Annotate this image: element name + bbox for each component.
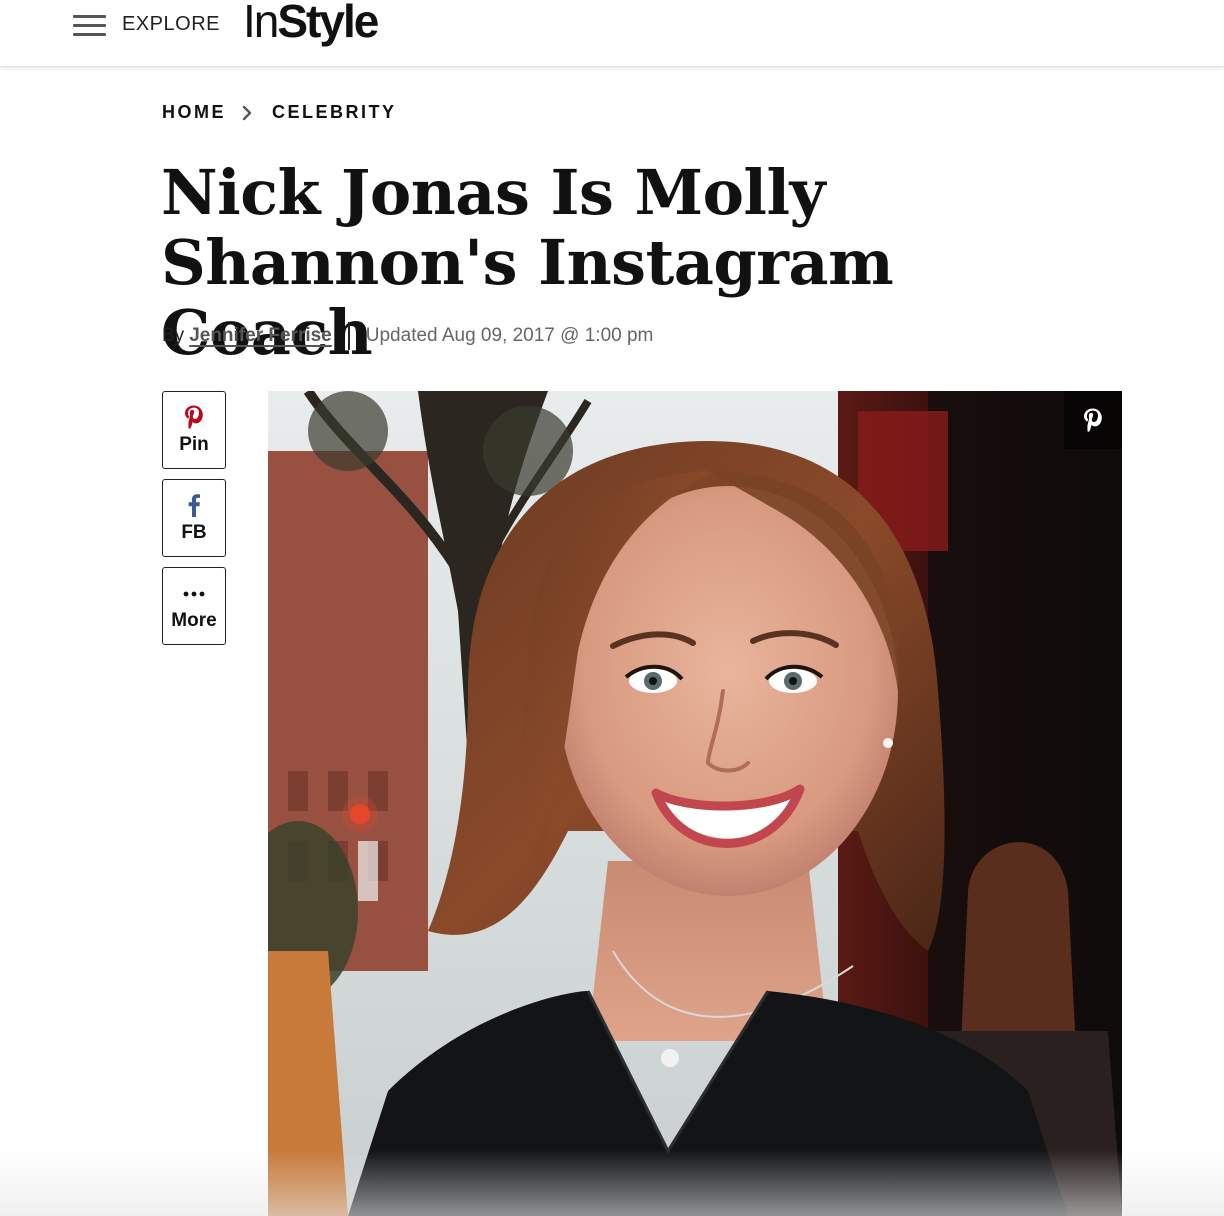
breadcrumb: HOME CELEBRITY	[162, 102, 397, 123]
author-link[interactable]: Jennifer Ferrise	[189, 325, 332, 347]
hero-photo	[268, 391, 1122, 1216]
breadcrumb-home-link[interactable]: HOME	[162, 102, 226, 123]
chevron-right-icon	[240, 104, 254, 122]
breadcrumb-celebrity-link[interactable]: CELEBRITY	[272, 102, 397, 123]
pinterest-icon	[163, 404, 225, 430]
share-pinterest-button[interactable]: Pin	[162, 391, 226, 469]
share-facebook-button[interactable]: FB	[162, 479, 226, 557]
image-pin-button[interactable]	[1064, 391, 1122, 449]
logo-text-in: In	[243, 0, 279, 47]
share-more-button[interactable]: More	[162, 567, 226, 645]
share-more-label: More	[171, 610, 217, 631]
hamburger-icon[interactable]	[73, 15, 106, 37]
byline-divider	[347, 322, 350, 350]
site-logo[interactable]: InStyle	[243, 0, 379, 48]
site-header: EXPLORE InStyle	[0, 0, 1224, 67]
pinterest-icon	[1084, 408, 1102, 432]
ellipsis-icon	[163, 580, 225, 606]
facebook-icon	[163, 492, 225, 518]
byline-prefix: By	[162, 325, 185, 346]
article-byline: By Jennifer Ferrise Updated Aug 09, 2017…	[162, 322, 653, 350]
logo-text-style: Style	[277, 0, 379, 47]
explore-menu-button[interactable]: EXPLORE	[122, 13, 220, 36]
updated-date: Updated Aug 09, 2017 @ 1:00 pm	[365, 325, 654, 346]
article-hero-image	[268, 391, 1122, 1216]
share-pinterest-label: Pin	[179, 434, 209, 455]
share-facebook-label: FB	[181, 522, 207, 543]
